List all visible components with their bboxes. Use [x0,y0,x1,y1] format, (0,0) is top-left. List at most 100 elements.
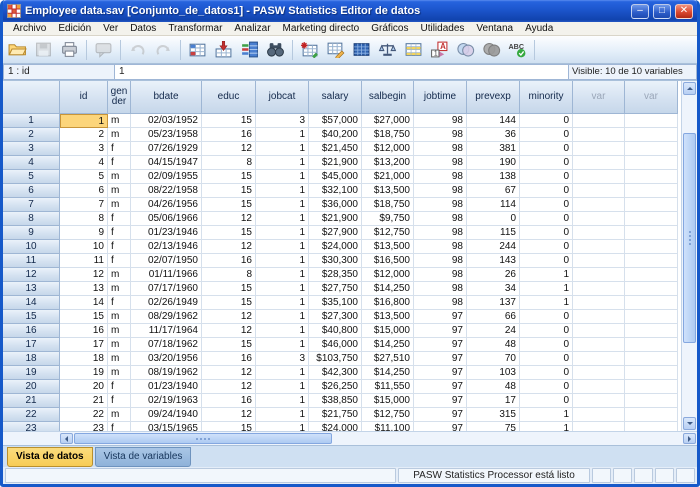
cell-r19-salary[interactable]: $42,300 [309,366,362,380]
use-variable-sets-button[interactable] [453,38,478,62]
row-header-14[interactable]: 14 [3,296,60,310]
menu-item-marketing-directo[interactable]: Marketing directo [277,22,366,36]
cell-r4-salary[interactable]: $21,900 [309,156,362,170]
cell-r7-jobcat[interactable]: 1 [256,198,309,212]
cell-r14-bdate[interactable]: 02/26/1949 [131,296,202,310]
cell-r19-var1[interactable] [573,366,625,380]
cell-r4-id[interactable]: 4 [60,156,108,170]
cell-r9-salary[interactable]: $27,900 [309,226,362,240]
cell-r5-salary[interactable]: $45,000 [309,170,362,184]
cell-r9-educ[interactable]: 15 [202,226,256,240]
cell-r22-id[interactable]: 22 [60,408,108,422]
cell-r2-jobtime[interactable]: 98 [414,128,467,142]
cell-r1-jobtime[interactable]: 98 [414,114,467,128]
cell-r5-jobtime[interactable]: 98 [414,170,467,184]
cell-r12-gender[interactable]: m [108,268,131,282]
column-header-educ[interactable]: educ [202,81,256,114]
cell-r4-gender[interactable]: f [108,156,131,170]
close-button[interactable]: ✕ [675,4,693,19]
cell-r23-prevexp[interactable]: 75 [467,422,520,431]
cell-r3-bdate[interactable]: 07/26/1929 [131,142,202,156]
cell-r5-bdate[interactable]: 02/09/1955 [131,170,202,184]
cell-r7-gender[interactable]: m [108,198,131,212]
cell-r18-jobcat[interactable]: 3 [256,352,309,366]
menu-item-analizar[interactable]: Analizar [228,22,276,36]
cell-r1-educ[interactable]: 15 [202,114,256,128]
cell-r6-educ[interactable]: 15 [202,184,256,198]
cell-r14-id[interactable]: 14 [60,296,108,310]
column-header-gender[interactable]: gender [108,81,131,114]
cell-r11-salary[interactable]: $30,300 [309,254,362,268]
spell-check-button[interactable]: ABC [505,38,530,62]
column-header-var1[interactable]: var [573,81,625,114]
cell-r8-jobcat[interactable]: 1 [256,212,309,226]
cell-r11-var1[interactable] [573,254,625,268]
scroll-up-arrow[interactable] [683,82,696,95]
cell-r6-jobtime[interactable]: 98 [414,184,467,198]
cell-r7-var2[interactable] [625,198,678,212]
cell-r8-educ[interactable]: 12 [202,212,256,226]
cell-r11-gender[interactable]: f [108,254,131,268]
cell-r14-jobcat[interactable]: 1 [256,296,309,310]
cell-r16-jobcat[interactable]: 1 [256,324,309,338]
cell-r5-educ[interactable]: 15 [202,170,256,184]
row-header-1[interactable]: 1 [3,114,60,128]
cell-r4-minority[interactable]: 0 [520,156,573,170]
row-header-8[interactable]: 8 [3,212,60,226]
cell-r23-jobtime[interactable]: 97 [414,422,467,431]
cell-r13-minority[interactable]: 1 [520,282,573,296]
cell-r11-salbegin[interactable]: $16,500 [362,254,414,268]
cell-r17-bdate[interactable]: 07/18/1962 [131,338,202,352]
row-header-4[interactable]: 4 [3,156,60,170]
row-header-22[interactable]: 22 [3,408,60,422]
cell-r1-id[interactable]: 1 [60,114,108,128]
row-header-16[interactable]: 16 [3,324,60,338]
cell-r6-prevexp[interactable]: 67 [467,184,520,198]
cell-r20-salbegin[interactable]: $11,550 [362,380,414,394]
cell-r7-jobtime[interactable]: 98 [414,198,467,212]
cell-r16-bdate[interactable]: 11/17/1964 [131,324,202,338]
variables-button[interactable] [237,38,262,62]
cell-r5-id[interactable]: 5 [60,170,108,184]
cell-r21-gender[interactable]: f [108,394,131,408]
vertical-scroll-thumb[interactable] [683,133,696,343]
cell-r1-minority[interactable]: 0 [520,114,573,128]
row-header-3[interactable]: 3 [3,142,60,156]
cell-r18-id[interactable]: 18 [60,352,108,366]
cell-r21-salary[interactable]: $38,850 [309,394,362,408]
goto-variable-button[interactable] [211,38,236,62]
cell-r2-gender[interactable]: m [108,128,131,142]
cell-r17-jobcat[interactable]: 1 [256,338,309,352]
cell-r20-prevexp[interactable]: 48 [467,380,520,394]
cell-r22-salary[interactable]: $21,750 [309,408,362,422]
cell-r1-salary[interactable]: $57,000 [309,114,362,128]
cell-r4-prevexp[interactable]: 190 [467,156,520,170]
weight-cases-button[interactable] [375,38,400,62]
cell-r3-salary[interactable]: $21,450 [309,142,362,156]
cell-r1-var1[interactable] [573,114,625,128]
cell-r8-id[interactable]: 8 [60,212,108,226]
cell-r2-var2[interactable] [625,128,678,142]
cell-r19-bdate[interactable]: 08/19/1962 [131,366,202,380]
cell-r17-var2[interactable] [625,338,678,352]
cell-r4-educ[interactable]: 8 [202,156,256,170]
cell-r12-salbegin[interactable]: $12,000 [362,268,414,282]
cell-r10-prevexp[interactable]: 244 [467,240,520,254]
cell-r7-salbegin[interactable]: $18,750 [362,198,414,212]
cell-r20-jobcat[interactable]: 1 [256,380,309,394]
cell-r20-var2[interactable] [625,380,678,394]
cell-r2-jobcat[interactable]: 1 [256,128,309,142]
cell-r11-var2[interactable] [625,254,678,268]
row-header-21[interactable]: 21 [3,394,60,408]
cell-r4-jobtime[interactable]: 98 [414,156,467,170]
cell-r7-salary[interactable]: $36,000 [309,198,362,212]
tab-data-view[interactable]: Vista de datos [7,447,93,467]
cell-r7-educ[interactable]: 15 [202,198,256,212]
row-header-6[interactable]: 6 [3,184,60,198]
cell-r23-var2[interactable] [625,422,678,431]
menu-item-utilidades[interactable]: Utilidades [414,22,470,36]
scroll-left-arrow[interactable] [60,433,73,444]
cell-r11-minority[interactable]: 0 [520,254,573,268]
cell-r12-jobtime[interactable]: 98 [414,268,467,282]
insert-cases-button[interactable] [297,38,322,62]
